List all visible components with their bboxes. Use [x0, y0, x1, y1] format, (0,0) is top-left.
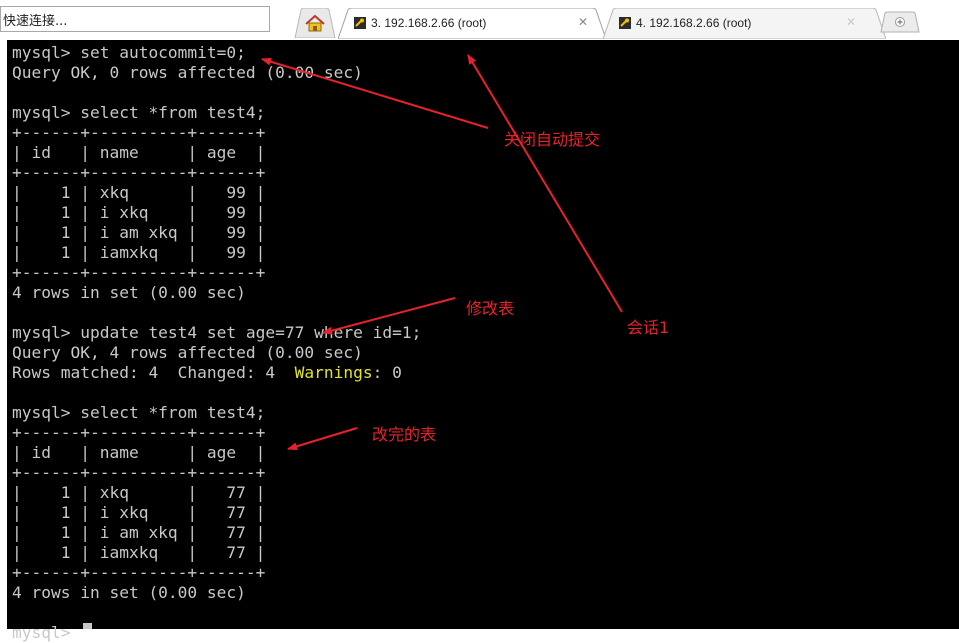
arrow-session [467, 54, 623, 313]
annotation-modify-table: 修改表 [466, 299, 515, 318]
arrow-autocommit [261, 57, 489, 129]
arrow-result [287, 427, 358, 451]
annotation-modified-table: 改完的表 [372, 425, 437, 444]
arrow-update [322, 297, 456, 335]
annotation-session-1: 会话1 [627, 318, 670, 337]
annotation-autocommit-off: 关闭自动提交 [504, 130, 601, 149]
